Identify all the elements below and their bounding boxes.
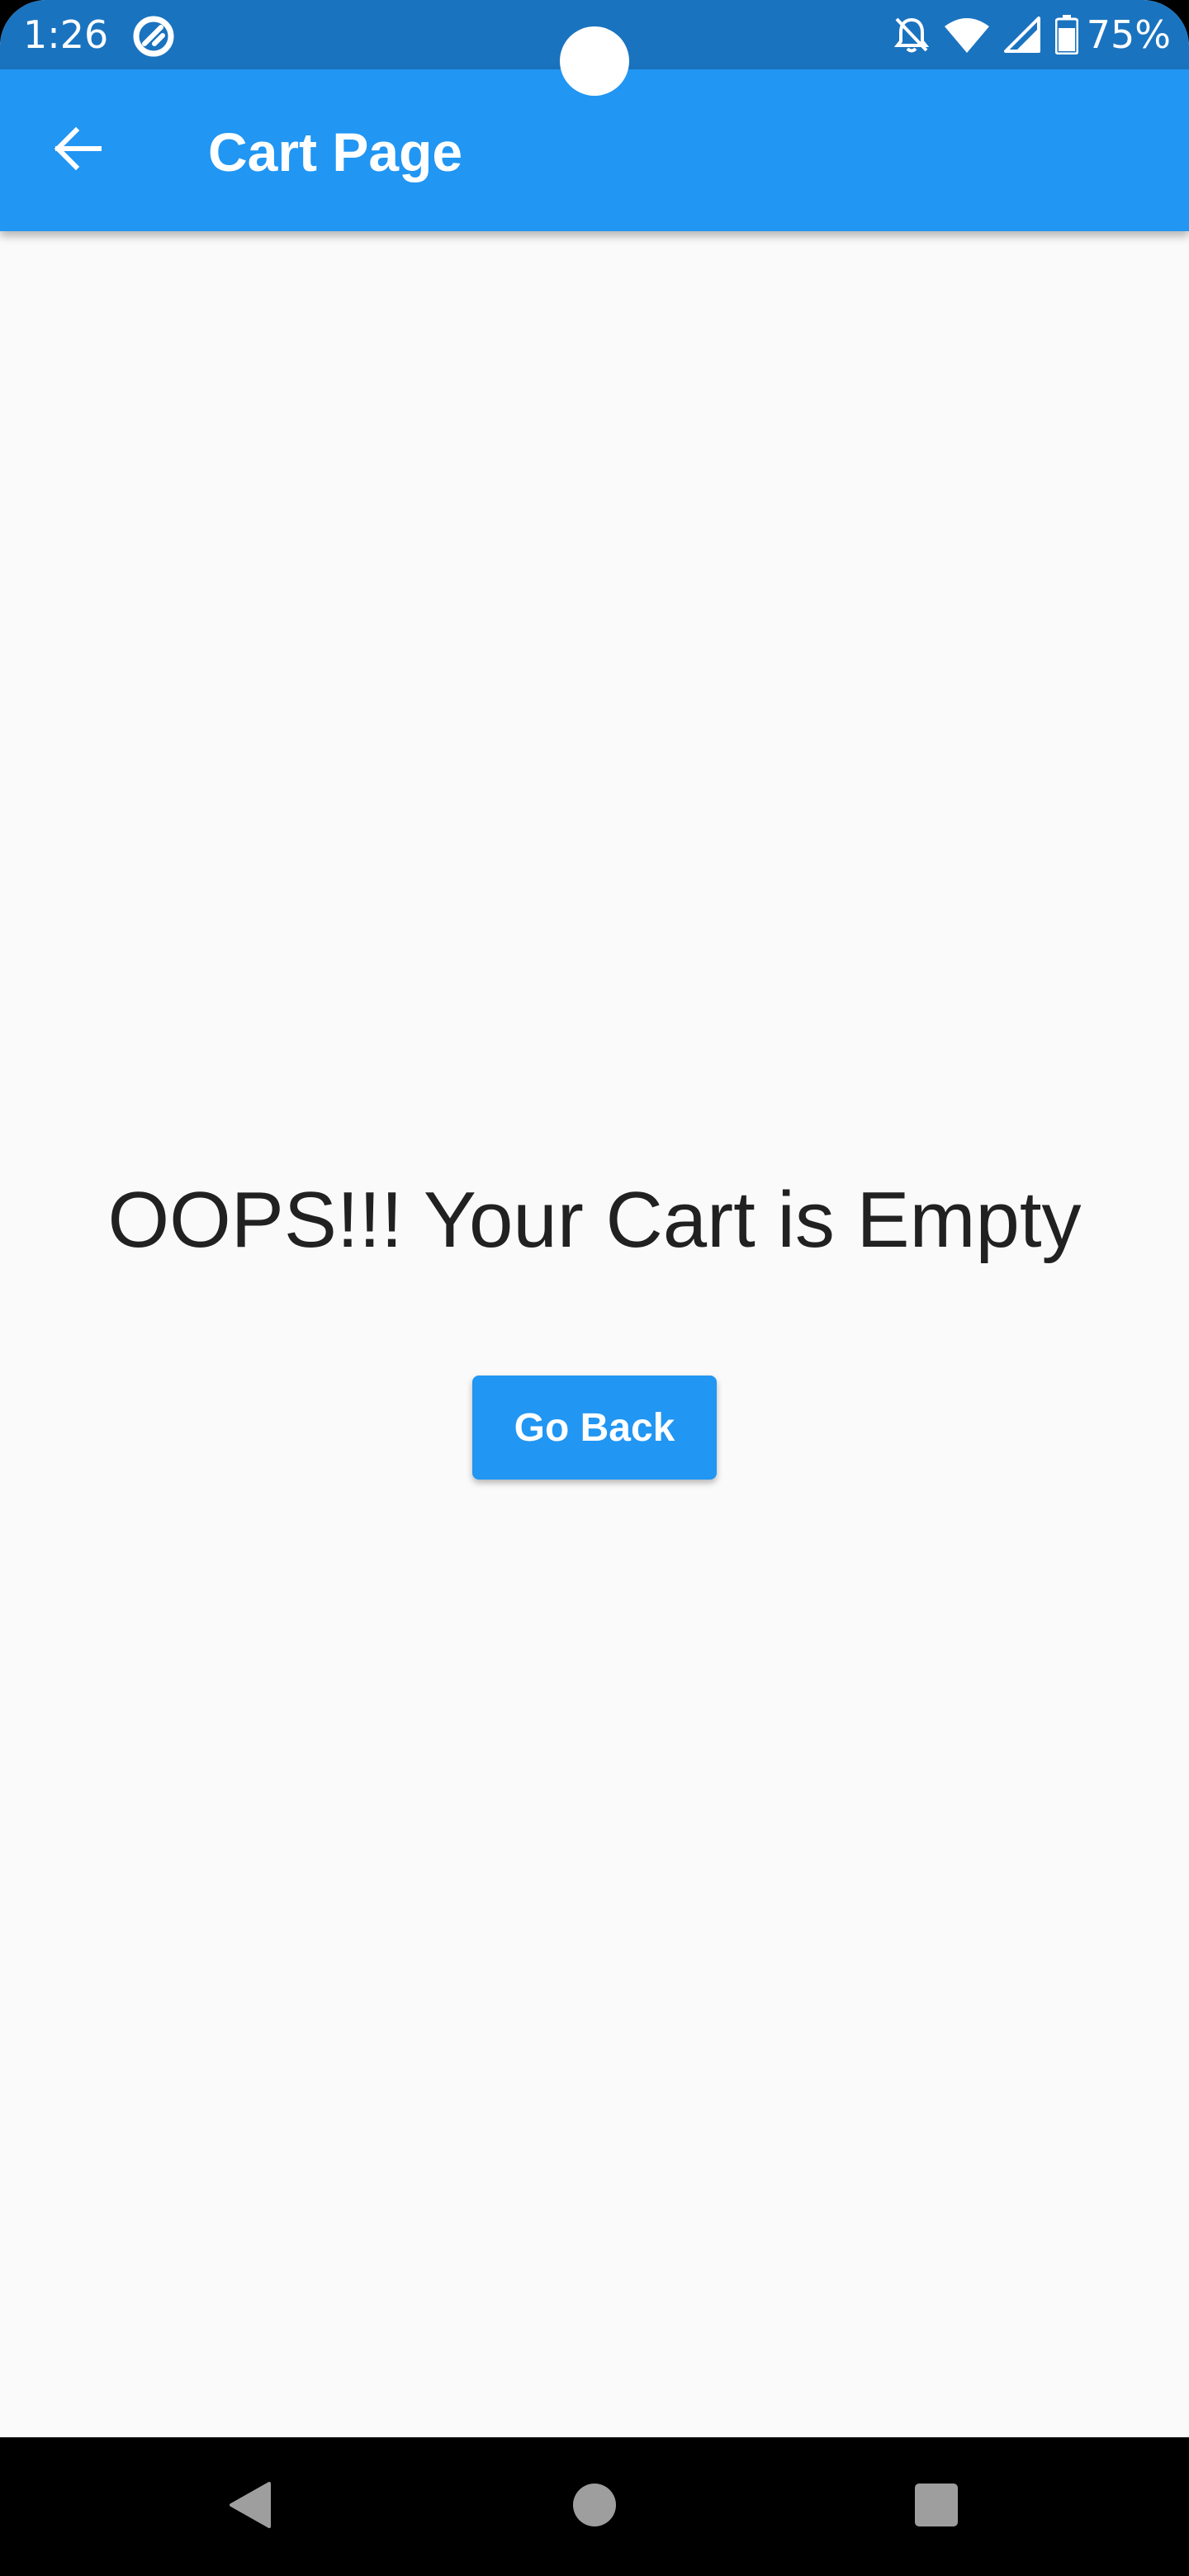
- battery-icon: [1054, 15, 1078, 54]
- system-nav-bar: [0, 2437, 1189, 2576]
- page-title: Cart Page: [208, 121, 463, 182]
- status-icons: 75%: [893, 12, 1171, 58]
- wifi-icon: [944, 17, 989, 53]
- back-button[interactable]: [35, 107, 121, 193]
- go-back-button[interactable]: Go Back: [472, 1376, 717, 1480]
- arrow-back-icon: [51, 122, 104, 179]
- battery-percent: 75%: [1086, 12, 1171, 57]
- camera-cutout: [560, 26, 629, 96]
- nav-back-button[interactable]: [205, 2462, 294, 2551]
- cell-signal-icon: [1003, 17, 1040, 53]
- nav-home-icon: [572, 2483, 617, 2531]
- nav-back-icon: [226, 2480, 272, 2534]
- nav-recents-icon: [914, 2483, 959, 2531]
- bell-off-icon: [893, 16, 930, 54]
- app-notification-icon: [132, 15, 175, 58]
- status-time: 1:26: [23, 12, 109, 57]
- nav-home-button[interactable]: [550, 2462, 639, 2551]
- nav-recents-button[interactable]: [892, 2462, 981, 2551]
- empty-cart-message: OOPS!!! Your Cart is Empty: [107, 1176, 1082, 1264]
- phone-screen: 1:26 75% Cart Page OOPS!!! Your Cart is …: [0, 0, 1189, 2576]
